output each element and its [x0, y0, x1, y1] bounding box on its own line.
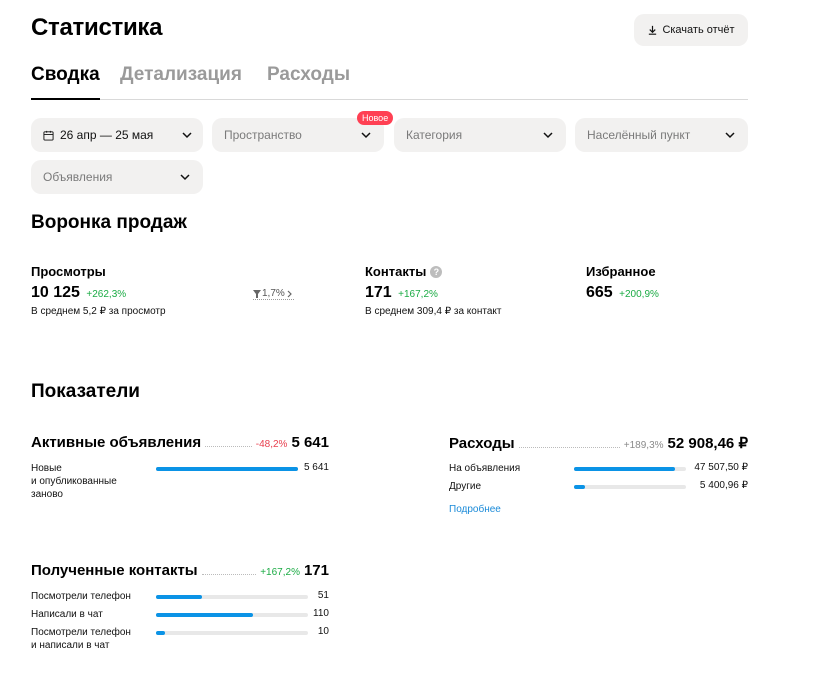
listings-placeholder: Объявления: [43, 170, 113, 184]
tabs-bar: Сводка Детализация Расходы: [31, 64, 748, 100]
progress-track: [156, 595, 308, 599]
chevron-down-icon: [182, 132, 192, 139]
expenses-delta: +189,3%: [623, 440, 664, 451]
dotted-leader: [518, 447, 620, 448]
progress-fill: [156, 595, 202, 599]
views-value: 10 125: [31, 284, 80, 301]
tab-summary[interactable]: Сводка: [31, 64, 100, 100]
row-value: 51: [317, 590, 329, 601]
expenses-row: На объявления 47 507,50 ₽: [449, 462, 748, 476]
row-value: 5 641: [303, 462, 329, 473]
contacts-received-label: Полученные контакты: [31, 562, 198, 579]
expenses-header: Расходы +189,3% 52 908,46 ₽: [449, 434, 748, 452]
progress-fill: [156, 613, 254, 617]
progress-fill: [574, 485, 586, 489]
contacts-value-row: 171 +167,2%: [365, 284, 501, 302]
row-label: Посмотрели телефон: [31, 591, 131, 602]
progress-fill: [156, 467, 298, 471]
active-listings-header: Активные объявления -48,2% 5 641: [31, 434, 329, 451]
tab-expenses[interactable]: Расходы: [267, 64, 350, 100]
row-label: Другие: [449, 481, 482, 492]
row-value: 110: [313, 608, 329, 619]
indicators-title: Показатели: [31, 381, 140, 402]
expenses-label: Расходы: [449, 435, 515, 452]
progress-track: [574, 485, 686, 489]
expenses-value: 52 908,46 ₽: [667, 435, 748, 452]
conversion-rate[interactable]: 1,7%: [253, 288, 294, 300]
dotted-leader: [205, 446, 252, 447]
funnel-favorites: Избранное 665 +200,9%: [586, 264, 659, 302]
favorites-value-row: 665 +200,9%: [586, 284, 659, 302]
active-listings-row: Новые и опубликованные заново 5 641: [31, 462, 329, 502]
category-filter[interactable]: Категория: [394, 118, 566, 152]
chevron-down-icon: [543, 132, 553, 139]
progress-fill: [156, 631, 166, 635]
contacts-received-row: Посмотрели телефон 51: [31, 590, 329, 604]
funnel-views: Просмотры 10 125 +262,3% В среднем 5,2 ₽…: [31, 264, 166, 317]
chevron-down-icon: [180, 174, 190, 181]
locality-filter[interactable]: Населённый пункт: [575, 118, 748, 152]
contacts-label-row: Контакты ?: [365, 264, 501, 279]
period-filter[interactable]: 26 апр — 25 мая: [31, 118, 203, 152]
progress-track: [156, 631, 308, 635]
conversion-value: 1,7%: [262, 288, 285, 299]
chevron-right-icon: [287, 290, 292, 297]
progress-track: [574, 467, 686, 471]
chevron-down-icon: [361, 132, 371, 139]
page-title: Статистика: [31, 14, 163, 41]
space-filter[interactable]: Пространство: [212, 118, 384, 152]
row-label: Посмотрели телефон и написали в чат: [31, 627, 131, 651]
download-report-button[interactable]: Скачать отчёт: [634, 14, 748, 46]
contacts-received-row: Посмотрели телефон и написали в чат 10: [31, 626, 329, 654]
row-value: 47 507,50 ₽: [694, 462, 748, 473]
active-listings-label: Активные объявления: [31, 434, 202, 451]
funnel-icon: [253, 289, 261, 298]
funnel-contacts: Контакты ? 171 +167,2% В среднем 309,4 ₽…: [365, 264, 501, 317]
expenses-row: Другие 5 400,96 ₽: [449, 480, 748, 494]
locality-placeholder: Населённый пункт: [587, 128, 691, 142]
download-icon: [649, 25, 657, 35]
contacts-received-header: Полученные контакты +167,2% 171: [31, 562, 329, 579]
favorites-label: Избранное: [586, 264, 656, 279]
tab-details[interactable]: Детализация: [120, 64, 242, 100]
views-delta: +262,3%: [86, 289, 127, 300]
new-badge: Новое: [357, 111, 394, 125]
views-value-row: 10 125 +262,3%: [31, 284, 166, 302]
views-label: Просмотры: [31, 264, 106, 279]
views-note: В среднем 5,2 ₽ за просмотр: [31, 306, 166, 317]
active-listings-delta: -48,2%: [255, 439, 288, 450]
favorites-value: 665: [586, 284, 613, 301]
row-label: Написали в чат: [31, 609, 103, 620]
contacts-value: 171: [365, 284, 392, 301]
chevron-down-icon: [725, 132, 735, 139]
row-value: 5 400,96 ₽: [699, 480, 748, 491]
contacts-delta: +167,2%: [398, 289, 438, 300]
contacts-note: В среднем 309,4 ₽ за контакт: [365, 306, 502, 317]
row-label: На объявления: [449, 463, 521, 474]
progress-track: [156, 467, 298, 471]
period-value: 26 апр — 25 мая: [60, 128, 154, 142]
funnel-title: Воронка продаж: [31, 212, 187, 233]
contacts-received-value: 171: [303, 562, 329, 579]
download-report-label: Скачать отчёт: [662, 24, 735, 36]
dotted-leader: [201, 574, 257, 575]
row-label: Новые и опубликованные заново: [31, 463, 117, 500]
calendar-icon: [43, 130, 54, 141]
contacts-received-row: Написали в чат 110: [31, 608, 329, 622]
progress-track: [156, 613, 308, 617]
help-icon[interactable]: ?: [430, 265, 443, 278]
active-listings-value: 5 641: [291, 434, 329, 451]
contacts-received-delta: +167,2%: [260, 567, 300, 578]
row-value: 10: [317, 626, 329, 637]
space-placeholder: Пространство: [224, 128, 302, 142]
favorites-delta: +200,9%: [619, 289, 659, 300]
progress-fill: [574, 467, 675, 471]
category-placeholder: Категория: [406, 128, 463, 142]
contacts-label: Контакты: [365, 264, 427, 279]
listings-filter[interactable]: Объявления: [31, 160, 203, 194]
more-details-link[interactable]: Подробнее: [449, 504, 501, 515]
